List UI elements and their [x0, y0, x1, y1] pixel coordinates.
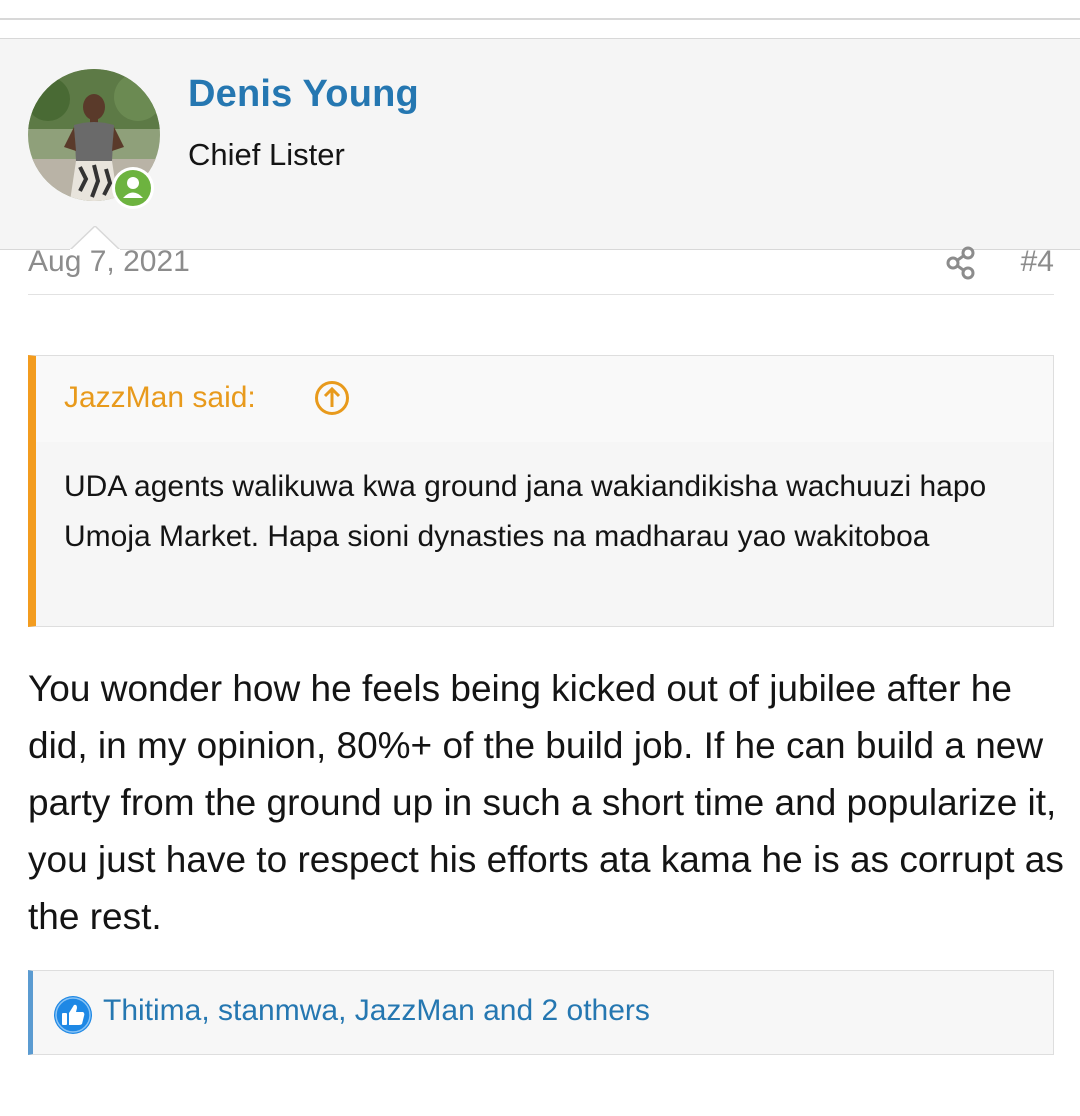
like-icon	[54, 996, 92, 1034]
quote-header: JazzMan said:	[36, 356, 1053, 442]
reactions-bar: Thitima, stanmwa, JazzMan and 2 others	[28, 970, 1054, 1055]
quote-author-link[interactable]: JazzMan said:	[64, 381, 256, 415]
post-number-link[interactable]: #4	[1021, 245, 1054, 279]
user-title: Chief Lister	[188, 137, 345, 172]
post-message: You wonder how he feels being kicked out…	[28, 668, 1064, 937]
post-attribution: Aug 7, 2021 #4	[28, 244, 1054, 295]
user-online-icon	[115, 170, 151, 206]
reaction-users-link[interactable]: Thitima, stanmwa, JazzMan and 2 others	[103, 994, 650, 1028]
online-status-badge	[112, 167, 154, 209]
user-block: Denis Young Chief Lister	[0, 39, 1080, 250]
arrow-up-circle-icon[interactable]	[314, 380, 350, 416]
top-divider	[0, 18, 1080, 20]
quote-block: JazzMan said: UDA agents walikuwa kwa gr…	[28, 355, 1054, 627]
share-icon[interactable]	[944, 246, 978, 280]
post-date[interactable]: Aug 7, 2021	[28, 245, 190, 279]
quote-text: UDA agents walikuwa kwa ground jana waki…	[64, 470, 987, 553]
username-link[interactable]: Denis Young	[188, 73, 419, 116]
